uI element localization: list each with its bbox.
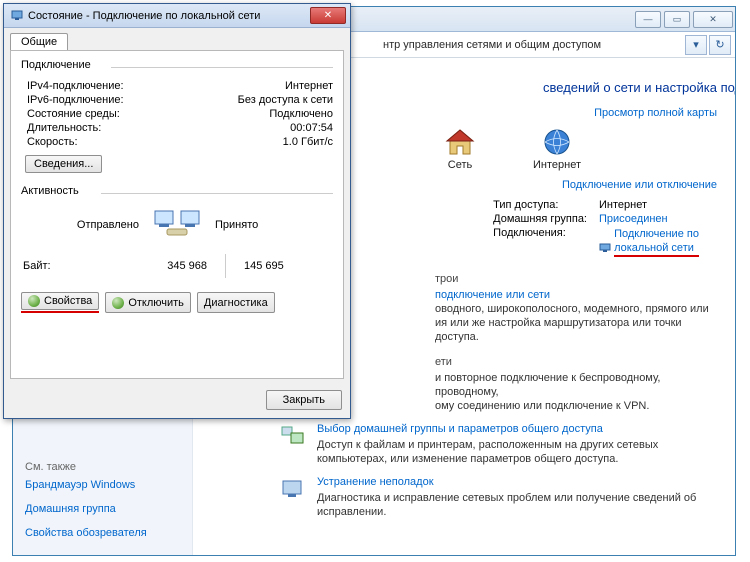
conn-values: Интернет Присоединен Подключение по лока… (599, 197, 717, 259)
duration-value: 00:07:54 (290, 122, 333, 134)
activity-icon (149, 205, 205, 244)
link-homegroup-sharing[interactable]: Выбор домашней группы и параметров общег… (317, 423, 603, 435)
properties-button[interactable]: Свойства (21, 292, 99, 310)
task-new-connection: трои подключение или сети оводного, широ… (435, 273, 717, 344)
troubleshoot-icon (279, 476, 307, 502)
house-icon (443, 127, 477, 157)
connections-label: Подключения: (493, 227, 587, 239)
link-full-map[interactable]: Просмотр полной карты (594, 107, 717, 119)
sidebar-link-firewall[interactable]: Брандмауэр Windows (25, 479, 180, 491)
breadcrumb: нтр управления сетями и общим доступом (383, 39, 683, 51)
activity-row: Отправлено Принято (21, 205, 333, 244)
task-connect-network: ети и повторное подключение к беспроводн… (435, 356, 717, 413)
dialog-footer: Закрыть (4, 385, 350, 418)
media-value: Подключено (269, 108, 333, 120)
task-homegroup: Выбор домашней группы и параметров общег… (279, 423, 717, 466)
group-connection-title: Подключение (21, 59, 333, 73)
bytes-label: Байт: (23, 260, 120, 272)
task-homegroup-text: Доступ к файлам и принтерам, расположенн… (317, 438, 717, 466)
sent-label: Отправлено (21, 219, 149, 231)
link-new-connection[interactable]: подключение или сети (435, 289, 550, 301)
bytes-sent: 345 968 (120, 260, 217, 272)
see-also-label: См. также (25, 451, 180, 473)
duration-label: Длительность: (27, 122, 101, 134)
bytes-received: 145 695 (234, 260, 331, 272)
ipv4-value: Интернет (285, 80, 333, 92)
group-activity-title: Активность (21, 185, 333, 199)
connection-icon (10, 9, 24, 23)
status-dialog: Состояние - Подключение по локальной сет… (3, 3, 351, 419)
access-type-value: Интернет (599, 199, 717, 211)
bytes-sep (225, 254, 226, 278)
homegroup-label: Домашняя группа: (493, 213, 587, 225)
diagnose-button[interactable]: Диагностика (197, 292, 275, 313)
dialog-titlebar: Состояние - Подключение по локальной сет… (4, 4, 350, 28)
shield-icon (112, 297, 124, 309)
media-label: Состояние среды: (27, 108, 120, 120)
dialog-content: Подключение IPv4-подключение: Интернет IP… (10, 50, 344, 379)
speed-value: 1.0 Гбит/с (283, 136, 333, 148)
refresh-button[interactable]: ↻ (709, 35, 731, 55)
network-map: Сеть Интернет (443, 127, 717, 171)
properties-underline: Свойства (21, 292, 99, 313)
node-internet-label: Интернет (533, 159, 581, 171)
shield-icon (28, 295, 40, 307)
dialog-title: Состояние - Подключение по локальной сет… (28, 10, 310, 22)
disable-button[interactable]: Отключить (105, 292, 191, 313)
addr-dropdown-button[interactable]: ▾ (685, 35, 707, 55)
tab-strip: Общие (4, 28, 350, 50)
globe-icon (540, 127, 574, 157)
tab-general[interactable]: Общие (10, 33, 68, 50)
dialog-close-button[interactable]: ✕ (310, 7, 346, 24)
details-button[interactable]: Сведения... (25, 155, 102, 173)
maximize-button[interactable]: ▭ (664, 11, 690, 28)
link-connect-disconnect[interactable]: Подключение или отключение (562, 179, 717, 191)
sidebar-link-homegroup[interactable]: Домашняя группа (25, 503, 180, 515)
action-buttons: Свойства Отключить Диагностика (21, 292, 333, 313)
close-button-dlg[interactable]: Закрыть (266, 390, 342, 410)
group-connection: Подключение IPv4-подключение: Интернет IP… (21, 59, 333, 173)
lan-icon (599, 243, 611, 253)
ipv6-value: Без доступа к сети (238, 94, 333, 106)
node-network[interactable]: Сеть (443, 127, 477, 171)
group-activity: Активность Отправлено Принято Байт: 345 … (21, 185, 333, 313)
task-troubleshoot-text: Диагностика и исправление сетевых пробле… (317, 491, 717, 519)
link-troubleshoot[interactable]: Устранение неполадок (317, 476, 434, 488)
task-troubleshoot: Устранение неполадок Диагностика и испра… (279, 476, 717, 519)
homegroup-link[interactable]: Присоединен (599, 213, 668, 225)
address-tools: ▾ ↻ (683, 35, 731, 55)
ipv6-label: IPv6-подключение: (27, 94, 124, 106)
sidebar-link-browser-props[interactable]: Свойства обозревателя (25, 527, 180, 539)
received-label: Принято (205, 219, 333, 231)
lan-connection-link[interactable]: Подключение по локальной сети (614, 227, 699, 257)
node-network-label: Сеть (443, 159, 477, 171)
speed-label: Скорость: (27, 136, 78, 148)
page-title: сведений о сети и настройка подключений (543, 80, 717, 95)
conn-labels: Тип доступа: Домашняя группа: Подключени… (493, 197, 587, 259)
close-button[interactable]: ✕ (693, 11, 733, 28)
minimize-button[interactable]: — (635, 11, 661, 28)
access-type-label: Тип доступа: (493, 199, 587, 211)
node-internet[interactable]: Интернет (533, 127, 581, 171)
ipv4-label: IPv4-подключение: (27, 80, 124, 92)
bytes-row: Байт: 345 968 145 695 (21, 254, 333, 278)
homegroup-icon (279, 423, 307, 449)
